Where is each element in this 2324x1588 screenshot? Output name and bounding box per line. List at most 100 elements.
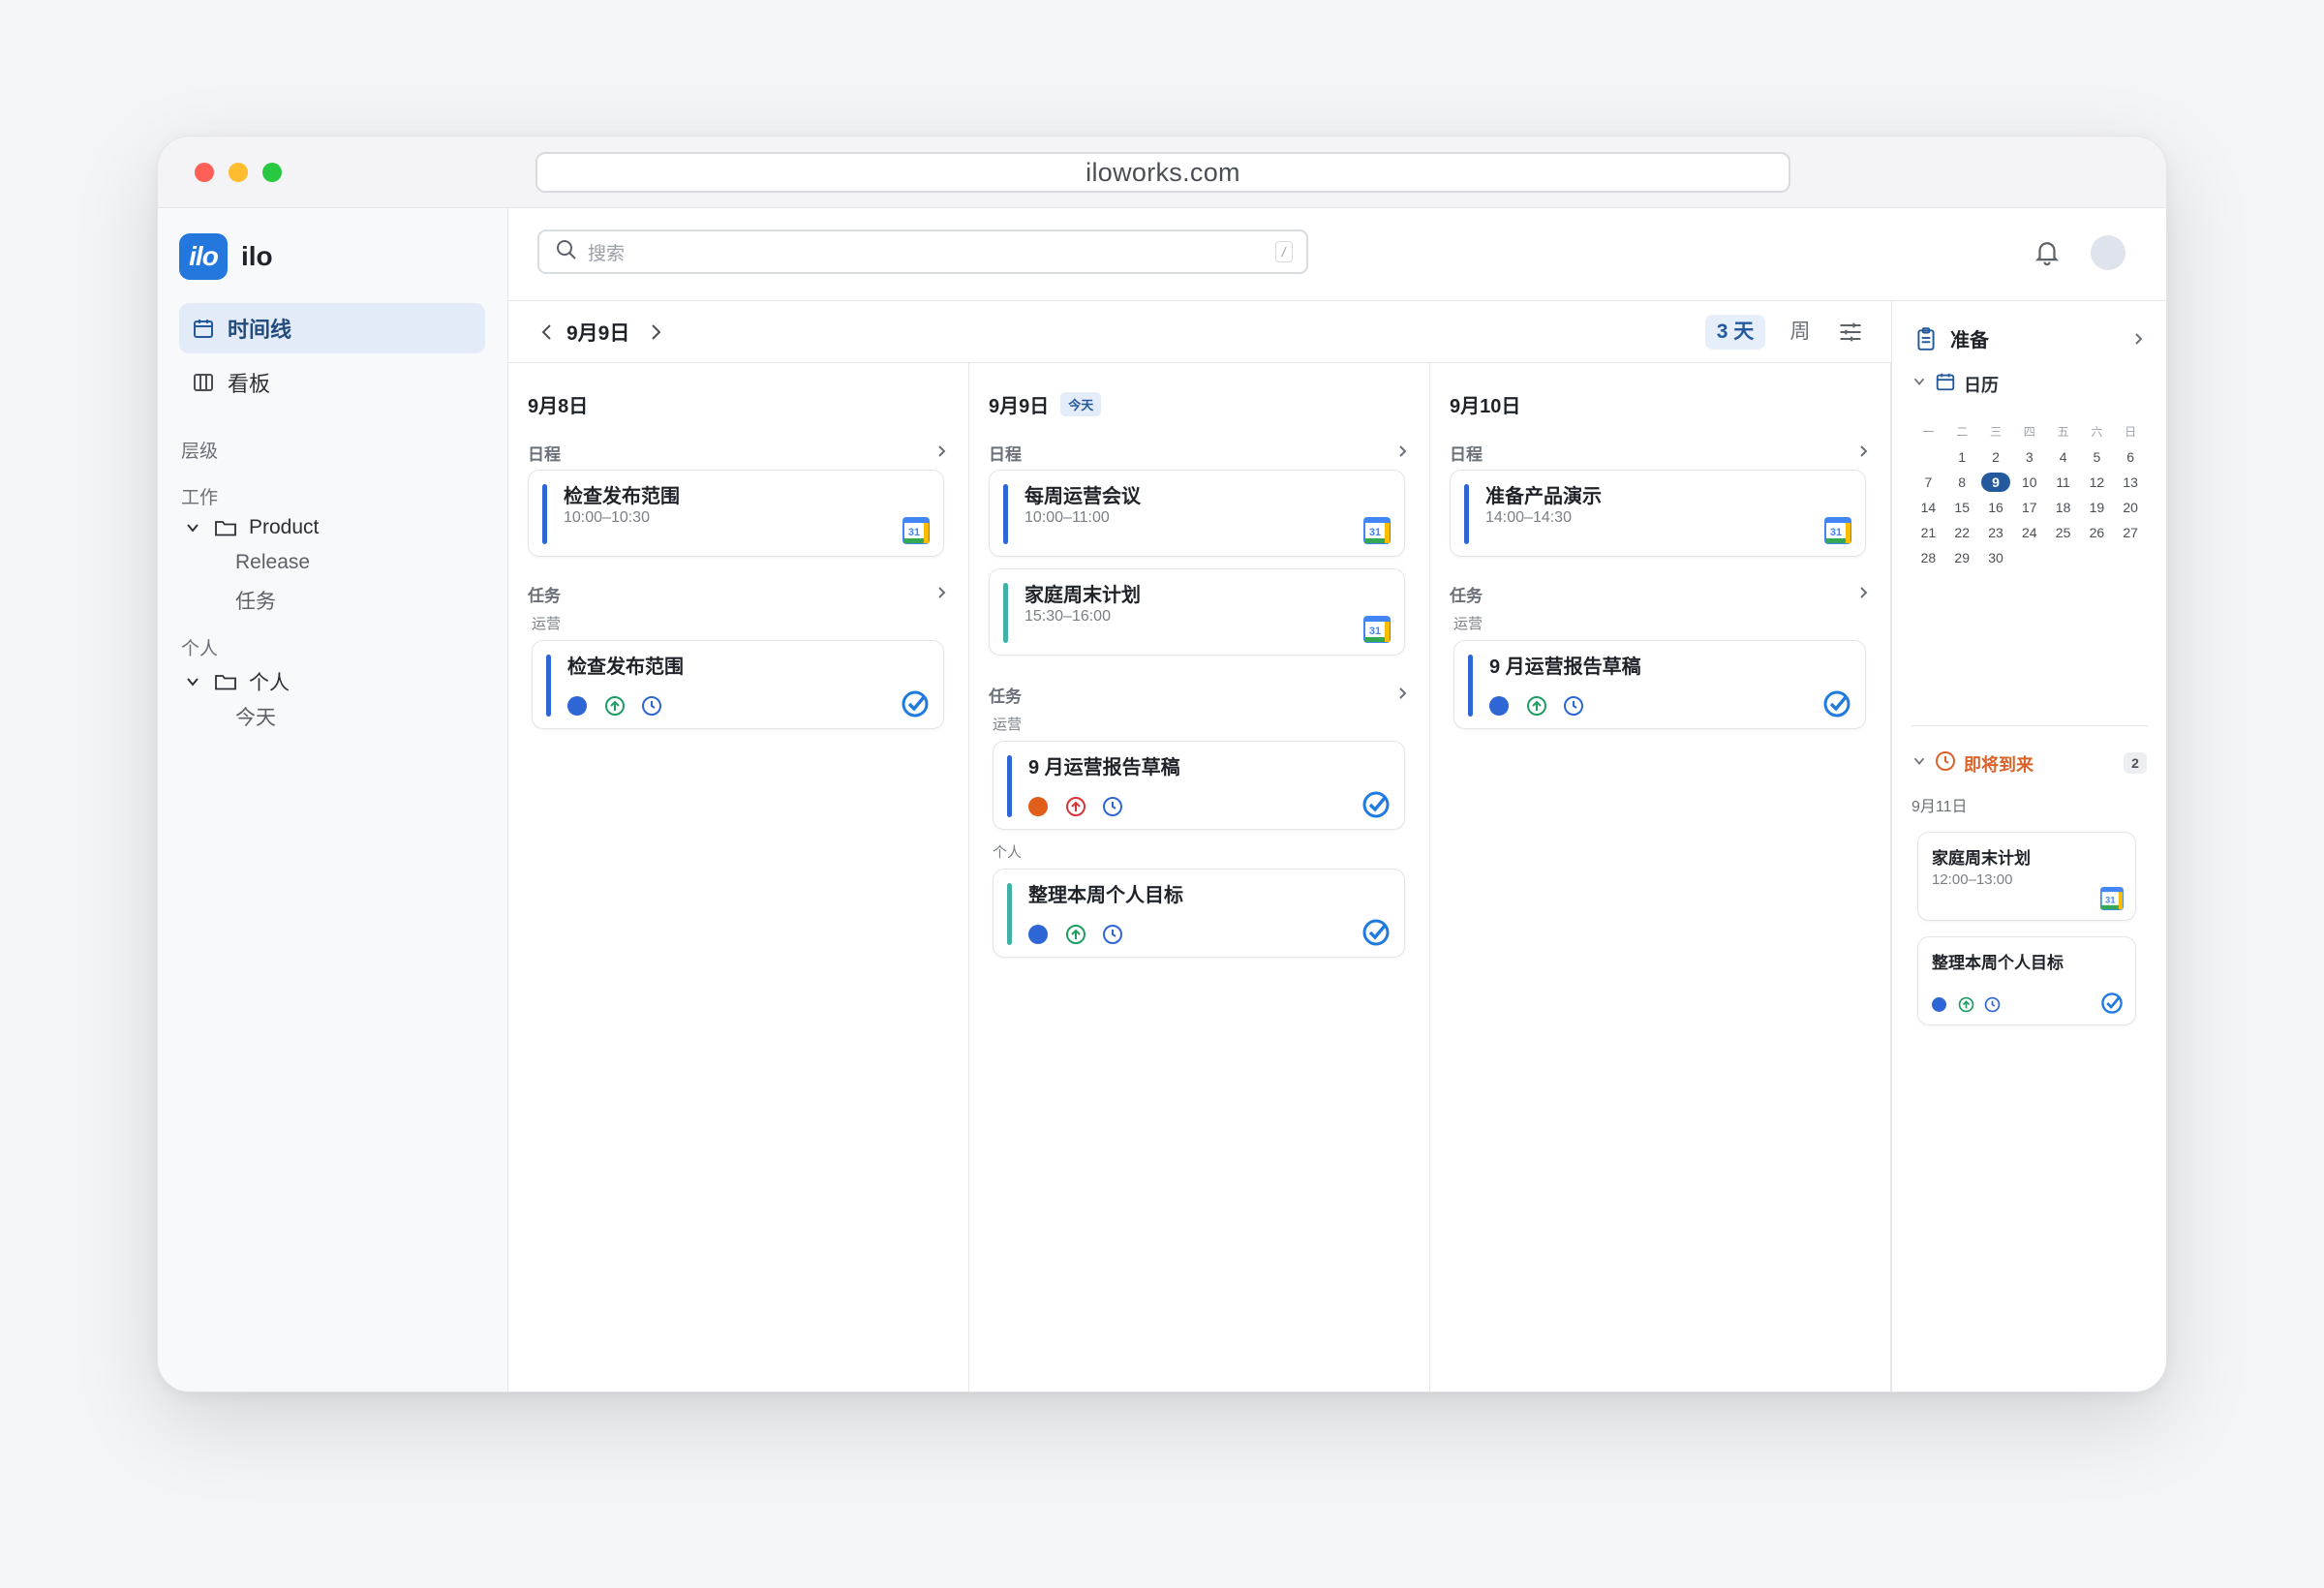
address-bar[interactable]: iloworks.com <box>535 152 1790 193</box>
day-cell[interactable] <box>2114 545 2148 570</box>
upcoming-header[interactable]: 即将到来 <box>1911 750 2034 777</box>
clock-icon[interactable] <box>641 695 662 717</box>
task-card[interactable]: 整理本周个人目标 <box>993 869 1405 958</box>
day-cell[interactable]: 10 <box>2012 470 2046 495</box>
priority-up-icon[interactable] <box>1065 796 1086 817</box>
day-cell[interactable]: 28 <box>1911 545 1945 570</box>
prepare-panel-header[interactable]: 准备 <box>1913 324 1989 352</box>
brand[interactable]: ilo ilo <box>179 233 273 280</box>
day-cell[interactable]: 24 <box>2012 520 2046 545</box>
day-cell[interactable]: 5 <box>2080 444 2114 470</box>
day-cell[interactable]: 21 <box>1911 520 1945 545</box>
nav-timeline[interactable]: 时间线 <box>179 303 485 353</box>
search-input[interactable]: 搜索 / <box>537 229 1308 274</box>
tree-item-release[interactable]: Release <box>235 551 310 574</box>
event-card[interactable]: 家庭周末计划 15:30–16:00 31 <box>989 568 1405 656</box>
day-cell[interactable]: 22 <box>1945 520 1979 545</box>
close-window-button[interactable] <box>195 163 214 182</box>
day-cell[interactable]: 23 <box>1979 520 2013 545</box>
view-3day-button[interactable]: 3 天 <box>1705 315 1765 350</box>
status-dot[interactable] <box>1028 925 1048 944</box>
status-dot[interactable] <box>1489 696 1509 716</box>
chevron-left-icon[interactable] <box>535 321 559 344</box>
day-cell[interactable]: 8 <box>1945 470 1979 495</box>
status-dot[interactable] <box>567 696 587 716</box>
priority-up-icon[interactable] <box>1065 924 1086 945</box>
nav-board[interactable]: 看板 <box>179 357 485 408</box>
maximize-window-button[interactable] <box>262 163 282 182</box>
chevron-right-icon[interactable] <box>644 321 667 344</box>
priority-up-icon[interactable] <box>1526 695 1547 717</box>
task-card[interactable]: 9 月运营报告草稿 <box>1453 640 1866 729</box>
day-cell[interactable]: 11 <box>2046 470 2080 495</box>
view-week-button[interactable]: 周 <box>1783 315 1818 350</box>
day-cell[interactable]: 17 <box>2012 495 2046 520</box>
avatar[interactable] <box>2091 235 2125 270</box>
priority-up-icon[interactable] <box>604 695 626 717</box>
event-card[interactable]: 检查发布范围 10:00–10:30 31 <box>528 470 944 557</box>
chevron-right-icon[interactable] <box>1393 685 1411 702</box>
event-card[interactable]: 每周运营会议 10:00–11:00 31 <box>989 470 1405 557</box>
chevron-right-icon[interactable] <box>2129 330 2147 348</box>
current-date[interactable]: 9月9日 <box>566 318 629 347</box>
chevron-down-icon[interactable] <box>1911 374 1927 394</box>
check-circle-icon[interactable] <box>2100 992 2124 1015</box>
chevron-down-icon[interactable] <box>181 516 204 539</box>
chevron-right-icon[interactable] <box>933 584 950 601</box>
day-cell[interactable] <box>2080 545 2114 570</box>
day-cell[interactable]: 19 <box>2080 495 2114 520</box>
day-cell[interactable]: 16 <box>1979 495 2013 520</box>
upcoming-event-card[interactable]: 家庭周末计划 12:00–13:00 31 <box>1917 832 2136 921</box>
day-cell[interactable]: 29 <box>1945 545 1979 570</box>
clock-icon[interactable] <box>1984 996 2001 1013</box>
day-cell[interactable]: 14 <box>1911 495 1945 520</box>
day-cell[interactable]: 26 <box>2080 520 2114 545</box>
tree-folder-personal[interactable]: 个人 <box>181 667 290 696</box>
chevron-right-icon[interactable] <box>1854 443 1872 460</box>
chevron-right-icon[interactable] <box>1854 584 1872 601</box>
priority-up-icon[interactable] <box>1958 996 1974 1013</box>
clock-icon[interactable] <box>1102 924 1123 945</box>
chevron-down-icon[interactable] <box>181 670 204 693</box>
day-cell[interactable]: 7 <box>1911 470 1945 495</box>
day-cell[interactable]: 4 <box>2046 444 2080 470</box>
event-card[interactable]: 准备产品演示 14:00–14:30 31 <box>1450 470 1866 557</box>
chevron-down-icon[interactable] <box>1911 753 1927 774</box>
chevron-right-icon[interactable] <box>1393 443 1411 460</box>
day-cell[interactable]: 2 <box>1979 444 2013 470</box>
tree-item-today[interactable]: 今天 <box>235 702 276 731</box>
task-card[interactable]: 9 月运营报告草稿 <box>993 741 1405 830</box>
day-cell[interactable] <box>2012 545 2046 570</box>
check-circle-icon[interactable] <box>1361 918 1391 947</box>
day-cell[interactable]: 12 <box>2080 470 2114 495</box>
day-cell[interactable]: 3 <box>2012 444 2046 470</box>
clock-icon[interactable] <box>1102 796 1123 817</box>
day-cell[interactable] <box>2046 545 2080 570</box>
sliders-icon[interactable] <box>1837 319 1864 346</box>
chevron-right-icon[interactable] <box>933 443 950 460</box>
mini-calendar-header[interactable]: 日历 <box>1911 371 1999 397</box>
day-cell[interactable]: 30 <box>1979 545 2013 570</box>
day-cell[interactable]: 6 <box>2114 444 2148 470</box>
task-card[interactable]: 检查发布范围 <box>532 640 944 729</box>
tree-folder-product[interactable]: Product <box>181 516 319 539</box>
day-cell[interactable] <box>1911 444 1945 470</box>
check-circle-icon[interactable] <box>1822 689 1851 718</box>
day-cell[interactable]: 20 <box>2114 495 2148 520</box>
day-cell[interactable]: 13 <box>2114 470 2148 495</box>
check-circle-icon[interactable] <box>1361 790 1391 819</box>
upcoming-task-card[interactable]: 整理本周个人目标 <box>1917 936 2136 1025</box>
check-circle-icon[interactable] <box>901 689 930 718</box>
status-dot[interactable] <box>1932 997 1946 1012</box>
tree-item-tasks[interactable]: 任务 <box>235 586 276 615</box>
day-cell[interactable]: 25 <box>2046 520 2080 545</box>
bell-icon[interactable] <box>2033 237 2062 266</box>
day-cell[interactable]: 15 <box>1945 495 1979 520</box>
minimize-window-button[interactable] <box>229 163 248 182</box>
day-cell[interactable]: 18 <box>2046 495 2080 520</box>
day-cell[interactable]: 27 <box>2114 520 2148 545</box>
clock-icon[interactable] <box>1563 695 1584 717</box>
selected-day-cell[interactable]: 9 <box>1979 470 2013 495</box>
day-cell[interactable]: 1 <box>1945 444 1979 470</box>
status-dot[interactable] <box>1028 797 1048 816</box>
